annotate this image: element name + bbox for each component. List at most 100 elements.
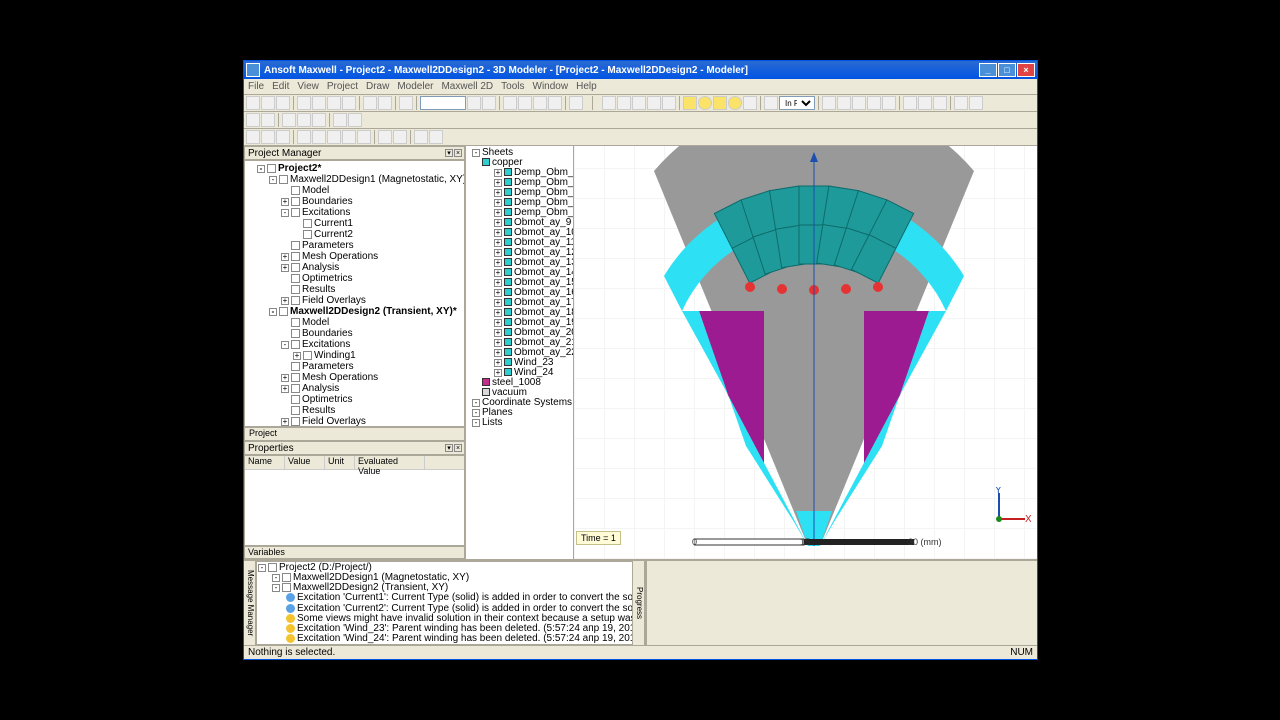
op8-icon[interactable] <box>933 96 947 110</box>
prop-col-value[interactable]: Value <box>285 456 325 469</box>
axis-icon[interactable] <box>764 96 778 110</box>
line-icon[interactable] <box>602 96 616 110</box>
select-icon[interactable] <box>399 96 413 110</box>
tree-item[interactable]: Parameters <box>247 361 462 372</box>
redo-icon[interactable] <box>378 96 392 110</box>
spline-icon[interactable] <box>632 96 646 110</box>
filter-icon[interactable] <box>467 96 481 110</box>
message-manager-tab[interactable]: Message Manager <box>244 561 256 645</box>
op5-icon[interactable] <box>882 96 896 110</box>
tree-item[interactable]: Model <box>247 185 462 196</box>
project-tab[interactable]: Project <box>244 427 465 441</box>
zoomregion-icon[interactable] <box>327 130 341 144</box>
copy-icon[interactable] <box>312 96 326 110</box>
shape-reg-icon[interactable] <box>743 96 757 110</box>
prop-col-unit[interactable]: Unit <box>325 456 355 469</box>
view5-icon[interactable] <box>429 130 443 144</box>
help-cursor-icon[interactable] <box>261 113 275 127</box>
progress-tab[interactable]: Progress <box>633 561 645 645</box>
op7-icon[interactable] <box>918 96 932 110</box>
menu-file[interactable]: File <box>248 81 264 92</box>
op3-icon[interactable] <box>852 96 866 110</box>
tree-item[interactable]: Results <box>247 284 462 295</box>
open-icon[interactable] <box>261 96 275 110</box>
arc-icon[interactable] <box>617 96 631 110</box>
cut-icon[interactable] <box>297 96 311 110</box>
zoomout-icon[interactable] <box>312 130 326 144</box>
analyze-icon[interactable] <box>312 113 326 127</box>
menu-view[interactable]: View <box>297 81 319 92</box>
op10-icon[interactable] <box>969 96 983 110</box>
plane-select[interactable]: In Plane <box>779 96 815 110</box>
zoomin-icon[interactable] <box>297 130 311 144</box>
maximize-button[interactable]: □ <box>998 63 1016 77</box>
prop-close-icon[interactable]: × <box>454 444 462 452</box>
set2-icon[interactable] <box>348 113 362 127</box>
save-icon[interactable] <box>276 96 290 110</box>
view4-icon[interactable] <box>414 130 428 144</box>
sheet-item[interactable]: -Lists <box>468 418 571 428</box>
tree-item[interactable]: +Field Overlays <box>247 416 462 427</box>
prop-col-name[interactable]: Name <box>245 456 285 469</box>
scope-combo[interactable] <box>420 96 466 110</box>
print-icon[interactable] <box>342 96 356 110</box>
op4-icon[interactable] <box>867 96 881 110</box>
menu-help[interactable]: Help <box>576 81 597 92</box>
model-viewport[interactable]: Time = 1 0 15 30 (mm) Y X <box>574 146 1037 559</box>
tree-item[interactable]: +Field Overlays <box>247 295 462 306</box>
prop-col-eval[interactable]: Evaluated Value <box>355 456 425 469</box>
op6-icon[interactable] <box>903 96 917 110</box>
pan-icon[interactable] <box>246 130 260 144</box>
set1-icon[interactable] <box>333 113 347 127</box>
grid1-icon[interactable] <box>503 96 517 110</box>
menu-maxwell2d[interactable]: Maxwell 2D <box>441 81 493 92</box>
tree-item[interactable]: +Mesh Operations <box>247 251 462 262</box>
sheets-tree[interactable]: -Sheetscopper+Demp_Obm_1+Demp_Obm_2+Demp… <box>466 146 574 559</box>
project-tree[interactable]: -Project2*-Maxwell2DDesign1 (Magnetostat… <box>244 160 465 427</box>
tree-item[interactable]: Current2 <box>247 229 462 240</box>
minimize-button[interactable]: _ <box>979 63 997 77</box>
pin-icon[interactable]: ▾ <box>445 149 453 157</box>
validate-icon[interactable] <box>297 113 311 127</box>
menu-modeler[interactable]: Modeler <box>397 81 433 92</box>
tree-item[interactable]: -Excitations <box>247 207 462 218</box>
msg-design[interactable]: -Maxwell2DDesign2 (Transient, XY) <box>258 583 631 593</box>
prop-pin-icon[interactable]: ▾ <box>445 444 453 452</box>
grid3-icon[interactable] <box>533 96 547 110</box>
shape-rect-icon[interactable] <box>683 96 697 110</box>
new-icon[interactable] <box>246 96 260 110</box>
tree-item[interactable]: -Excitations <box>247 339 462 350</box>
properties-table[interactable]: Name Value Unit Evaluated Value <box>244 455 465 546</box>
tree-item[interactable]: +Analysis <box>247 383 462 394</box>
op1-icon[interactable] <box>822 96 836 110</box>
properties-footer[interactable]: Variables <box>244 546 465 559</box>
panel-close-icon[interactable]: × <box>454 149 462 157</box>
measure-icon[interactable] <box>482 96 496 110</box>
shape-poly-icon[interactable] <box>713 96 727 110</box>
menu-window[interactable]: Window <box>533 81 569 92</box>
tree-item[interactable]: +Winding1 <box>247 350 462 361</box>
point-icon[interactable] <box>647 96 661 110</box>
rotate-icon[interactable] <box>261 130 275 144</box>
tree-item[interactable]: +Boundaries <box>247 196 462 207</box>
tree-item[interactable]: Results <box>247 405 462 416</box>
tree-item[interactable]: Current1 <box>247 218 462 229</box>
msg-item[interactable]: Excitation 'Wind_24': Parent winding has… <box>258 634 631 644</box>
world-icon[interactable] <box>282 113 296 127</box>
cursor-icon[interactable] <box>246 113 260 127</box>
fit-icon[interactable] <box>276 130 290 144</box>
view3-icon[interactable] <box>393 130 407 144</box>
zoomall-icon[interactable] <box>342 130 356 144</box>
menu-tools[interactable]: Tools <box>501 81 524 92</box>
titlebar[interactable]: Ansoft Maxwell - Project2 - Maxwell2DDes… <box>244 61 1037 79</box>
undo-icon[interactable] <box>363 96 377 110</box>
close-button[interactable]: × <box>1017 63 1035 77</box>
paste-icon[interactable] <box>327 96 341 110</box>
message-manager[interactable]: -Project2 (D:/Project/)-Maxwell2DDesign1… <box>256 561 633 645</box>
zoom-icon[interactable] <box>569 96 583 110</box>
menu-edit[interactable]: Edit <box>272 81 289 92</box>
poly-icon[interactable] <box>662 96 676 110</box>
tree-item[interactable]: Parameters <box>247 240 462 251</box>
menubar[interactable]: File Edit View Project Draw Modeler Maxw… <box>244 79 1037 95</box>
shape-ellipse-icon[interactable] <box>728 96 742 110</box>
